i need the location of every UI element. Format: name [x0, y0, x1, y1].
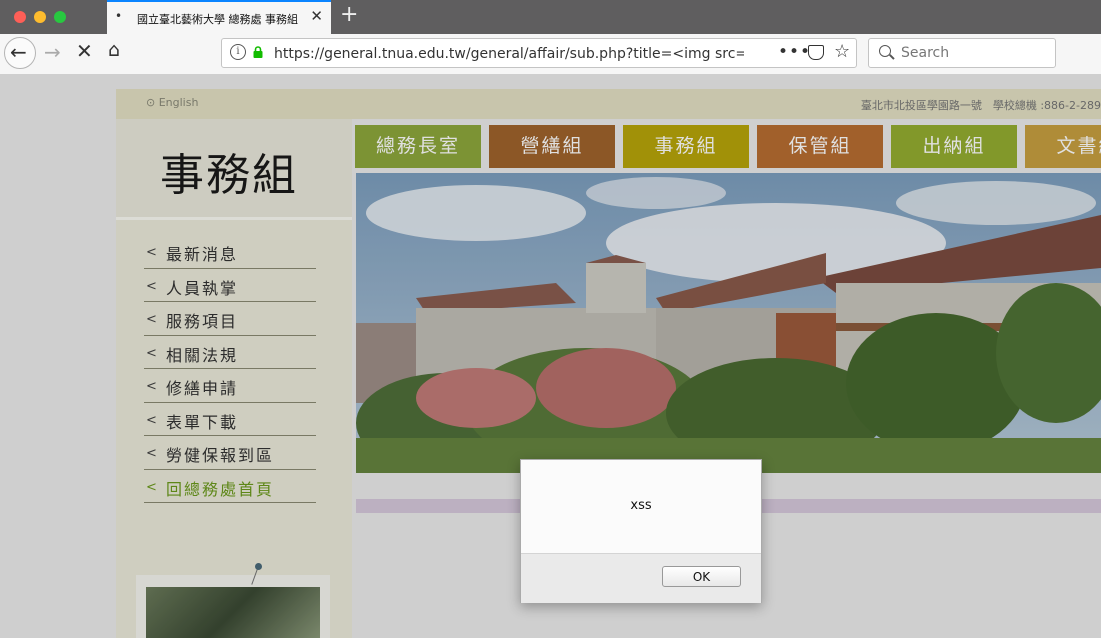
- search-placeholder: Search: [901, 45, 950, 61]
- tab-title: 國立臺北藝術大學 總務處 事務組: [137, 13, 298, 26]
- bookmark-star-icon[interactable]: ☆: [834, 41, 850, 62]
- browser-tab[interactable]: • 國立臺北藝術大學 總務處 事務組 ✕: [107, 0, 331, 34]
- pocket-icon[interactable]: [808, 45, 824, 60]
- minimize-window-button[interactable]: [34, 11, 46, 23]
- info-icon[interactable]: i: [230, 44, 246, 60]
- forward-arrow-icon[interactable]: →: [44, 40, 61, 64]
- alert-footer: OK: [521, 553, 761, 603]
- tab-loading-icon: •: [115, 9, 123, 23]
- search-box[interactable]: Search: [868, 38, 1056, 68]
- lock-icon: [253, 46, 263, 58]
- close-tab-icon[interactable]: ✕: [310, 7, 323, 25]
- alert-message: xss: [630, 498, 652, 513]
- ok-button[interactable]: OK: [662, 566, 741, 587]
- navigation-bar: ← → ✕ ⌂ i https://general.tnua.edu.tw/ge…: [0, 34, 1101, 75]
- tab-strip: • 國立臺北藝術大學 總務處 事務組 ✕ +: [0, 0, 1101, 34]
- home-icon[interactable]: ⌂: [108, 39, 120, 61]
- zoom-window-button[interactable]: [54, 11, 66, 23]
- search-icon: [879, 45, 891, 57]
- back-arrow-icon: ←: [10, 40, 27, 64]
- back-button[interactable]: ←: [4, 37, 36, 69]
- close-window-button[interactable]: [14, 11, 26, 23]
- page-actions-icon[interactable]: •••: [778, 42, 811, 62]
- alert-dialog: xss OK: [520, 459, 762, 603]
- url-text: https://general.tnua.edu.tw/general/affa…: [274, 46, 744, 62]
- stop-loading-icon[interactable]: ✕: [76, 39, 93, 63]
- new-tab-icon[interactable]: +: [340, 2, 358, 27]
- url-bar[interactable]: i https://general.tnua.edu.tw/general/af…: [221, 38, 857, 68]
